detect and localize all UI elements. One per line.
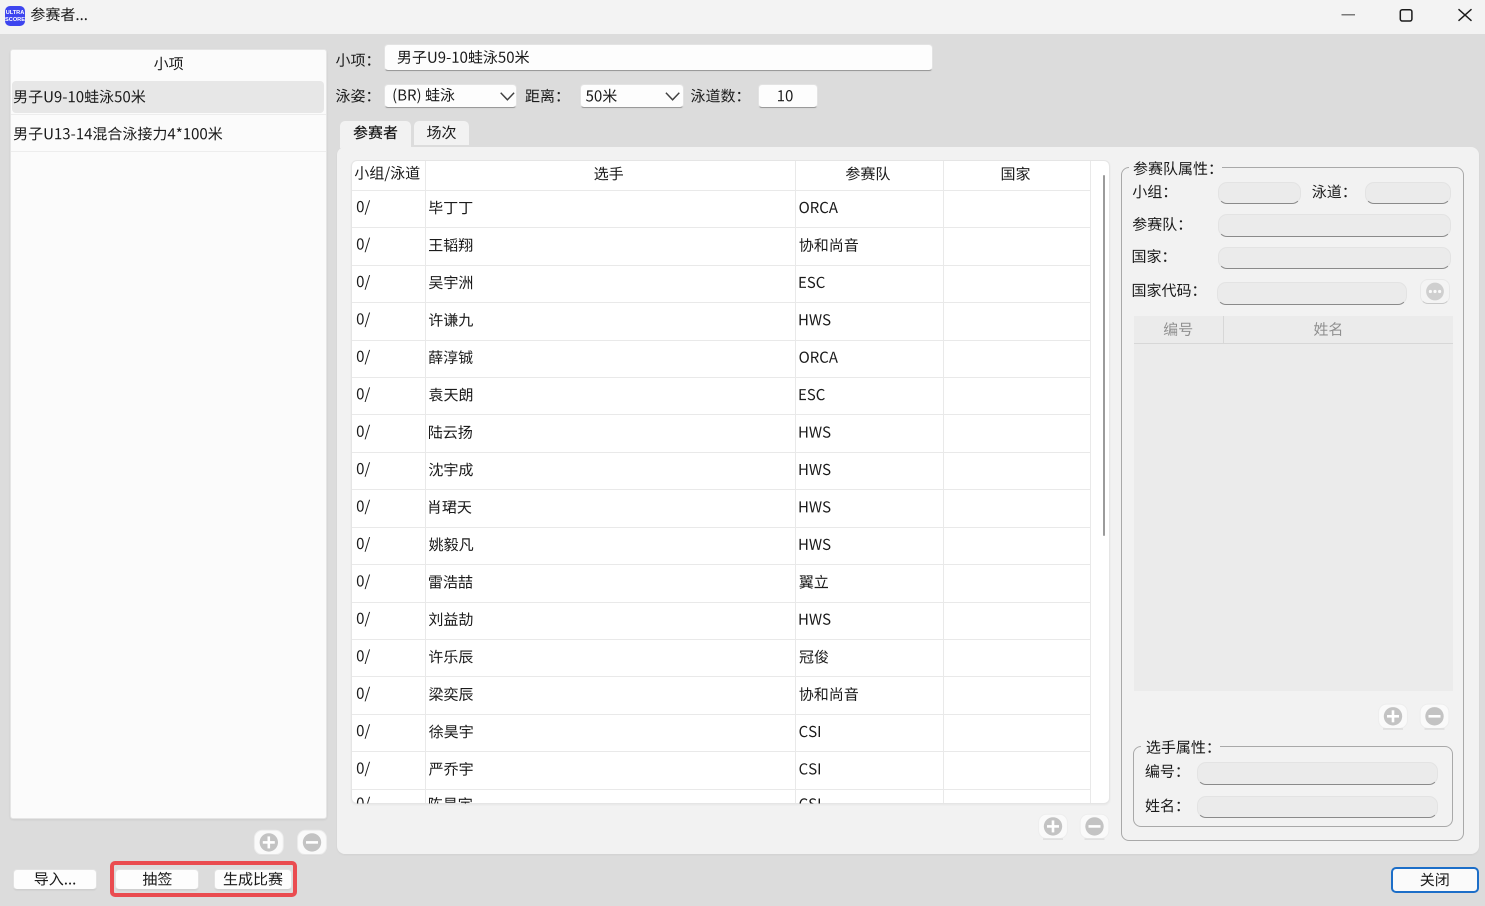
- svg-text:SCORE: SCORE: [5, 17, 25, 23]
- svg-text:ULTRA: ULTRA: [6, 10, 25, 16]
